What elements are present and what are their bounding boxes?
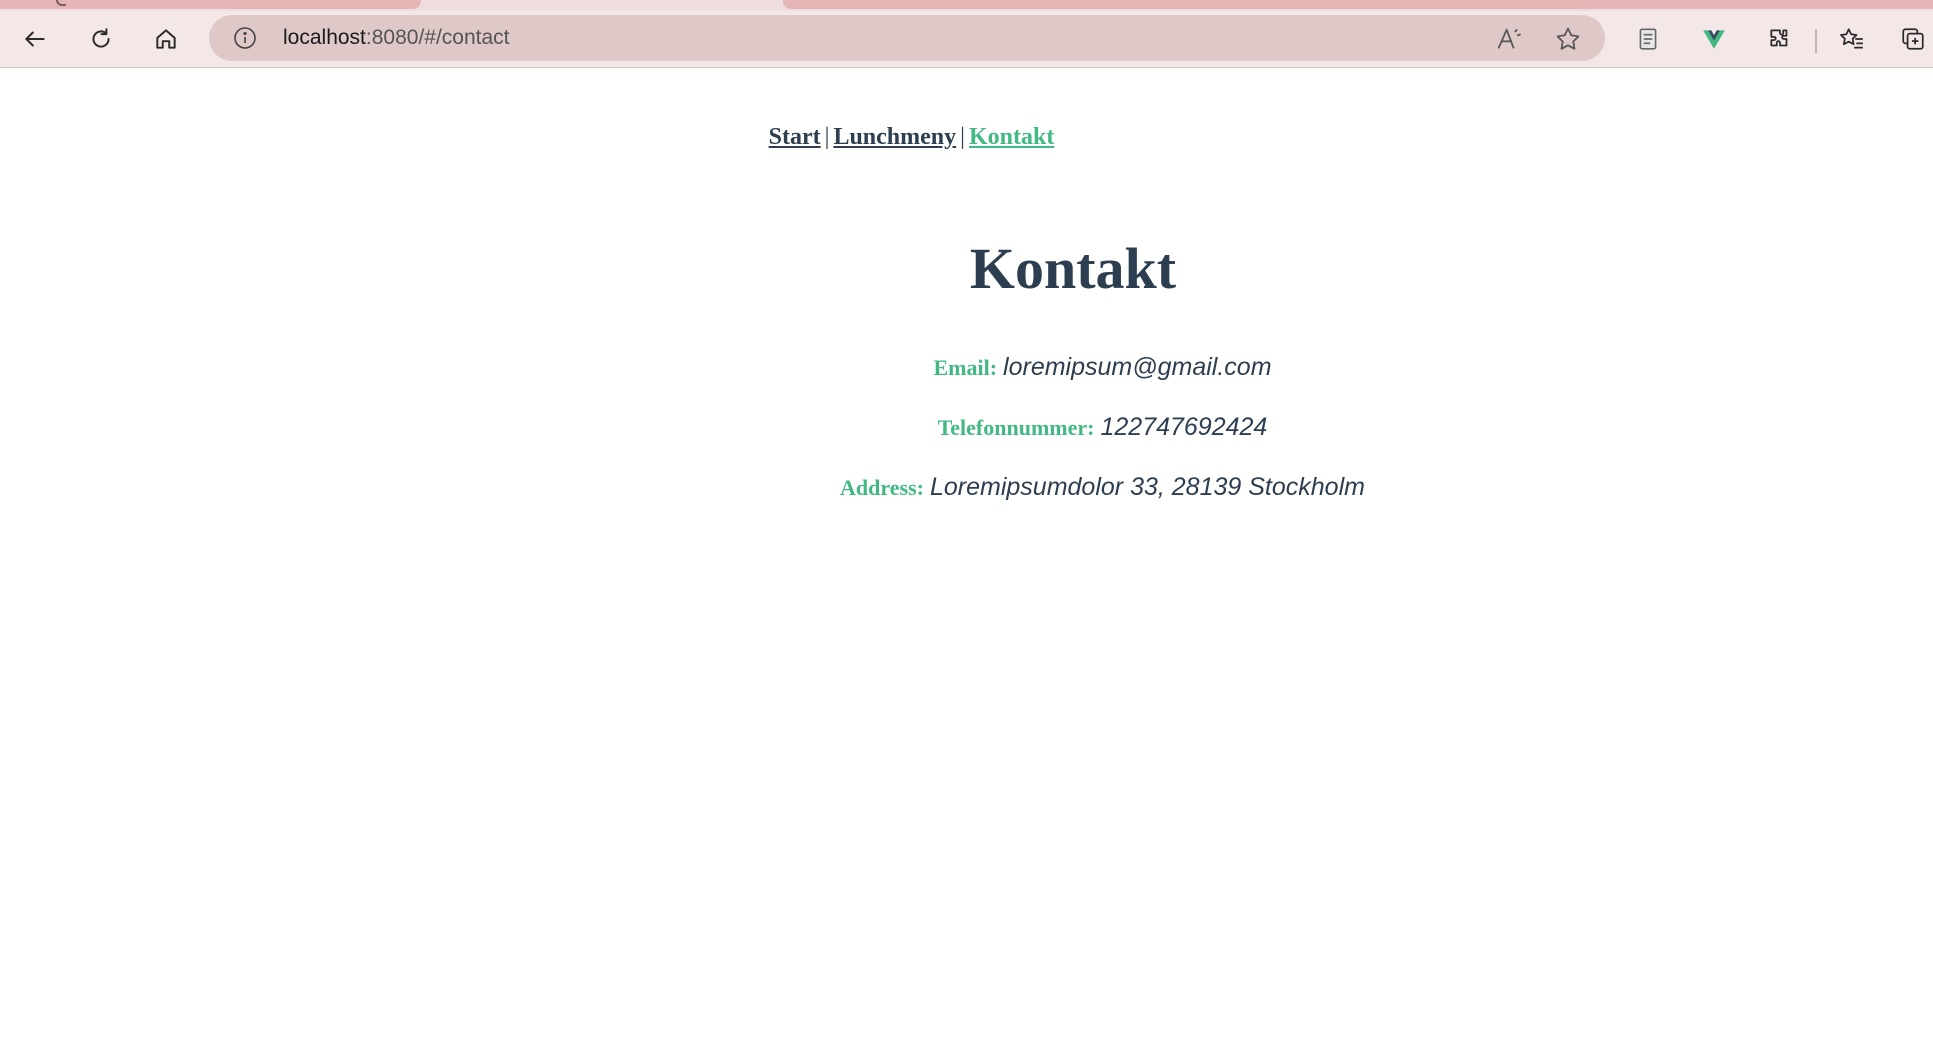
tab-favicon-icon: [56, 0, 66, 6]
site-nav: Start | Lunchmeny | Kontakt: [0, 124, 1823, 151]
address-url[interactable]: localhost:8080/#/contact: [283, 15, 510, 61]
contact-address-row: Address: Loremipsumdolor 33, 28139 Stockh…: [0, 473, 1933, 502]
collections-icon[interactable]: [1893, 21, 1933, 57]
browser-tab-left[interactable]: [0, 0, 421, 9]
reading-view-icon[interactable]: [1628, 21, 1668, 57]
address-path: :8080/#/contact: [365, 26, 510, 49]
phone-value: 122747692424: [1100, 413, 1268, 441]
favorite-star-icon[interactable]: [1554, 25, 1582, 53]
page-title: Kontakt: [969, 236, 1177, 301]
browser-tab-right[interactable]: [783, 0, 1933, 9]
phone-label: Telefonnummer:: [937, 415, 1095, 440]
toolbar-separator: [1815, 29, 1817, 53]
read-aloud-icon[interactable]: [1495, 25, 1523, 53]
nav-separator: |: [824, 124, 830, 150]
nav-separator: |: [960, 124, 965, 150]
page-content: Start | Lunchmeny | Kontakt Kontakt Email: lo…: [0, 68, 1933, 1059]
address-bar[interactable]: localhost:8080/#/contact: [209, 15, 1605, 61]
home-icon[interactable]: [146, 21, 186, 57]
address-host: localhost: [283, 26, 366, 49]
nav-link-lunchmeny[interactable]: Lunchmeny: [833, 124, 956, 150]
vue-devtools-icon[interactable]: [1694, 21, 1734, 57]
info-icon[interactable]: [233, 26, 257, 50]
address-value: Loremipsumdolor 33, 28139 Stockholm: [929, 473, 1365, 501]
favorites-icon[interactable]: [1832, 21, 1872, 57]
contact-phone-row: Telefonnummer: 122747692424: [0, 413, 1933, 442]
back-icon[interactable]: [15, 21, 55, 57]
address-label: Address:: [840, 475, 924, 500]
contact-email-row: Email: loremipsum@gmail.com: [0, 353, 1933, 382]
extensions-icon[interactable]: [1760, 21, 1800, 57]
refresh-icon[interactable]: [81, 21, 121, 57]
nav-link-kontakt[interactable]: Kontakt: [969, 124, 1054, 150]
email-label: Email:: [933, 355, 998, 380]
nav-link-start[interactable]: Start: [769, 124, 821, 150]
tab-strip: [0, 0, 1933, 11]
email-value: loremipsum@gmail.com: [1003, 353, 1272, 381]
browser-toolbar: localhost:8080/#/contact: [0, 11, 1933, 68]
